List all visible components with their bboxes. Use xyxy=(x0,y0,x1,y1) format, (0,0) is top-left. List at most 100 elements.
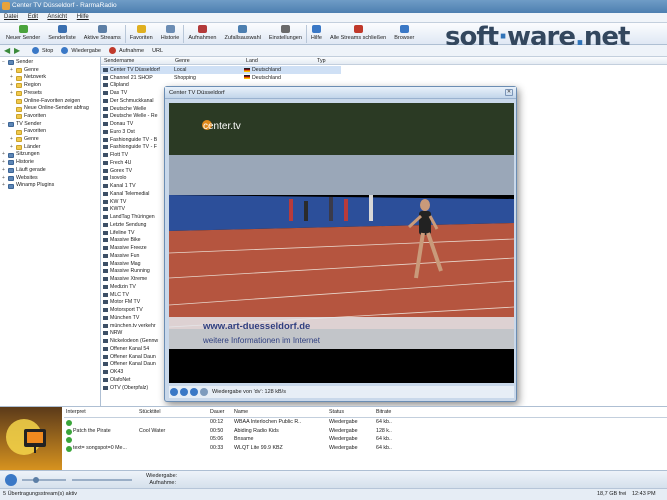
station-row[interactable]: OlafoNet xyxy=(101,376,164,384)
tree-item[interactable]: + Netzwerk xyxy=(0,74,100,82)
station-row[interactable]: Deutsche Welle xyxy=(101,105,164,113)
station-row[interactable]: Massive Fun xyxy=(101,252,164,260)
column-name[interactable]: Name xyxy=(234,409,248,415)
station-row[interactable]: Medizin TV xyxy=(101,283,164,291)
column-stuecktitel[interactable]: Stücktitel xyxy=(139,409,161,415)
tree-item[interactable]: + Websites xyxy=(0,175,100,183)
toolbar-button-10[interactable]: Browser xyxy=(390,23,418,44)
station-row[interactable]: KWTV xyxy=(101,206,164,214)
playing-row[interactable]: 05:06 Bnsame Wiedergabe 64 kb.. xyxy=(64,436,667,445)
menu-hilfe[interactable]: Hilfe xyxy=(77,14,89,20)
toolbar-button-2[interactable]: Aktive Streams xyxy=(80,23,125,44)
station-row[interactable]: Lifeline TV xyxy=(101,229,164,237)
forward-arrow-icon[interactable]: ▶ xyxy=(14,46,24,55)
stop-button[interactable]: Stop xyxy=(32,47,53,54)
record-button[interactable]: Aufnahme xyxy=(109,47,144,54)
volume-slider[interactable] xyxy=(22,479,66,481)
station-row[interactable]: Center TV Düsseldorf Local Deutschland xyxy=(101,66,341,74)
tree-item[interactable]: + Winamp Plugins xyxy=(0,182,100,190)
station-row[interactable]: Nickelodeon (Gennw xyxy=(101,337,164,345)
close-icon[interactable]: ✕ xyxy=(505,89,513,96)
station-row[interactable]: Deutsche Welle - Re xyxy=(101,113,164,121)
column-dauer[interactable]: Dauer xyxy=(210,409,224,415)
station-row[interactable]: Das TV xyxy=(101,89,164,97)
toolbar-button-6[interactable]: Zufallsauswahl xyxy=(221,23,265,44)
toolbar-button-9[interactable]: Alle Streams schließen xyxy=(326,23,390,44)
menu-datei[interactable]: Datei xyxy=(4,14,18,20)
menu-edit[interactable]: Edit xyxy=(28,14,38,20)
column-bitrate[interactable]: Bitrate xyxy=(376,409,391,415)
tree-item[interactable]: Neue Online-Sender abfrag xyxy=(0,105,100,113)
column-typ[interactable]: Typ xyxy=(317,58,326,64)
station-row[interactable]: Flott TV xyxy=(101,151,164,159)
playing-row[interactable]: text= songspot=0 Me... 00:33 WLQT Lite 99.… xyxy=(64,445,667,454)
volume-icon[interactable] xyxy=(5,474,17,486)
station-row[interactable]: Clipland xyxy=(101,82,164,90)
toolbar-button-4[interactable]: Historie xyxy=(157,23,184,44)
toolbar-button-7[interactable]: Einstellungen xyxy=(265,23,306,44)
station-row[interactable]: OK43 xyxy=(101,368,164,376)
toolbar-button-3[interactable]: Favoriten xyxy=(126,23,157,44)
volume-slider-thumb[interactable] xyxy=(33,477,39,483)
station-row[interactable]: OTV (Oberpfalz)Local xyxy=(101,384,164,392)
station-row[interactable]: Motorsport TV xyxy=(101,306,164,314)
station-row[interactable]: Massive Bike xyxy=(101,237,164,245)
toolbar-button-8[interactable]: Hilfe xyxy=(307,23,326,44)
tree-item[interactable]: + Läuft gerade xyxy=(0,167,100,175)
station-row[interactable]: Offener Kanal Daun xyxy=(101,361,164,369)
station-row[interactable]: Massive Freeze xyxy=(101,244,164,252)
tree-item[interactable]: + Genre xyxy=(0,136,100,144)
menu-ansicht[interactable]: Ansicht xyxy=(47,14,67,20)
station-row[interactable]: Channel 21 SHOP Shopping Deutschland xyxy=(101,74,341,82)
station-row[interactable]: Isovolo xyxy=(101,175,164,183)
station-row[interactable]: NRW xyxy=(101,330,164,338)
station-row[interactable]: Letzte Sendung xyxy=(101,221,164,229)
video-frame[interactable]: center.tv www.art-duesseldorf.de weitere… xyxy=(169,103,514,383)
station-row[interactable]: Offener Kanal Daun xyxy=(101,353,164,361)
playing-row[interactable]: 00:12 WBAA Interlochen Public R.. Wiederga… xyxy=(64,419,667,428)
tree-item[interactable]: Favoriten xyxy=(0,128,100,136)
column-genre[interactable]: Genre xyxy=(175,58,190,64)
station-row[interactable]: Massive Mag xyxy=(101,260,164,268)
tree-item[interactable]: Favoriten xyxy=(0,113,100,121)
tree-item[interactable]: + Länder xyxy=(0,144,100,152)
station-row[interactable]: Kanal 1 TV xyxy=(101,182,164,190)
balance-slider[interactable] xyxy=(72,479,132,481)
tree-item[interactable]: − TV Sender xyxy=(0,121,100,129)
tree-item[interactable]: + Genre xyxy=(0,67,100,75)
station-row[interactable]: Donau TV xyxy=(101,120,164,128)
toolbar-button-0[interactable]: Neuer Sender xyxy=(2,23,44,44)
tree-item[interactable]: Online-Favoriten zeigen xyxy=(0,98,100,106)
station-row[interactable]: Kanal Telemedial xyxy=(101,190,164,198)
station-row[interactable]: Massive Xtreme xyxy=(101,275,164,283)
play-button[interactable]: Wiedergabe xyxy=(61,47,101,54)
tree-item[interactable]: + Region xyxy=(0,82,100,90)
tree-item[interactable]: + Presets xyxy=(0,90,100,98)
station-row[interactable]: Frech 4U xyxy=(101,159,164,167)
play-icon[interactable] xyxy=(170,388,178,396)
station-row[interactable]: Offener Kanal 54 xyxy=(101,345,164,353)
station-row[interactable]: LandTag Thüringen xyxy=(101,213,164,221)
tree-item[interactable]: + Historie xyxy=(0,159,100,167)
pause-icon[interactable] xyxy=(180,388,188,396)
toolbar-button-1[interactable]: Senderliste xyxy=(44,23,80,44)
toolbar-button-5[interactable]: Aufnahmen xyxy=(184,23,220,44)
stop-icon[interactable] xyxy=(190,388,198,396)
station-row[interactable]: München TV xyxy=(101,314,164,322)
url-field[interactable]: URL xyxy=(152,48,163,54)
playing-row[interactable]: Patch the Pirate Cool Water 00:50 Abiding R… xyxy=(64,428,667,437)
station-row[interactable]: Fashionguide TV - B xyxy=(101,136,164,144)
station-row[interactable]: Fashionguide TV - F xyxy=(101,144,164,152)
station-row[interactable]: Der Schmuckkanal xyxy=(101,97,164,105)
station-row[interactable]: Euro 3 Ost xyxy=(101,128,164,136)
column-sendername[interactable]: Sendername xyxy=(104,58,134,64)
station-row[interactable]: Gorex TV xyxy=(101,167,164,175)
column-interpret[interactable]: Interpret xyxy=(66,409,86,415)
station-row[interactable]: MLC TV xyxy=(101,291,164,299)
video-window[interactable]: Center TV Düsseldorf ✕ center.tv www.art… xyxy=(164,86,517,402)
column-status[interactable]: Status xyxy=(329,409,344,415)
back-arrow-icon[interactable]: ◀ xyxy=(4,46,14,55)
station-row[interactable]: münchen.tv verkehr xyxy=(101,322,164,330)
station-row[interactable]: Motor FM TV xyxy=(101,299,164,307)
station-row[interactable]: Massive Running xyxy=(101,268,164,276)
